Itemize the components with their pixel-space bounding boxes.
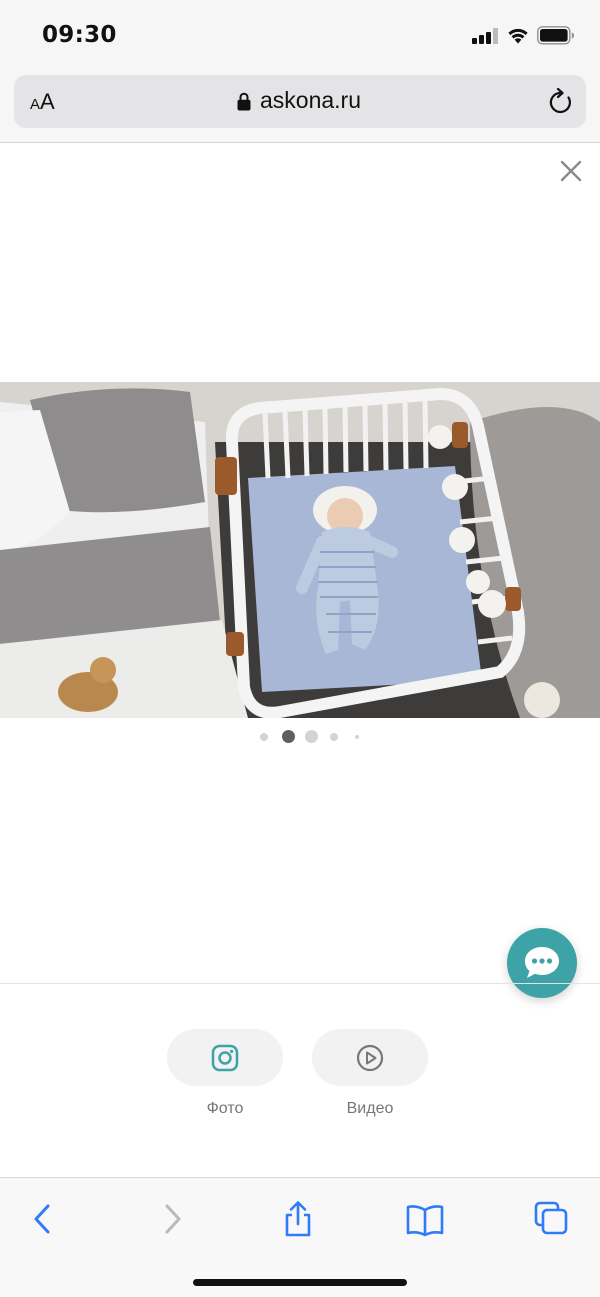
browser-address-area: AA askona.ru (0, 70, 600, 143)
share-icon[interactable] (278, 1200, 318, 1238)
pagination-dot[interactable] (260, 733, 268, 741)
chat-button[interactable] (507, 928, 577, 998)
status-time: 09:30 (42, 22, 117, 48)
crib-photo-illustration (0, 382, 600, 718)
text-size-button[interactable]: AA (30, 89, 55, 115)
reload-icon[interactable] (548, 88, 574, 116)
pagination-dot[interactable] (330, 733, 338, 741)
play-icon (356, 1044, 384, 1072)
pagination-dot-active[interactable] (282, 730, 295, 743)
close-icon[interactable] (558, 158, 584, 184)
photo-button[interactable] (167, 1029, 283, 1086)
bookmarks-icon[interactable] (405, 1200, 445, 1238)
forward-icon[interactable] (152, 1200, 192, 1238)
cellular-signal-icon (472, 28, 500, 44)
instagram-icon (211, 1044, 239, 1072)
video-button[interactable] (312, 1029, 428, 1086)
lock-icon (237, 92, 251, 111)
photo-label: Фото (206, 1100, 244, 1117)
pagination-dot[interactable] (355, 735, 359, 739)
address-bar[interactable]: AA askona.ru (14, 75, 586, 128)
status-bar: 09:30 (0, 0, 600, 70)
browser-toolbar (0, 1177, 600, 1297)
home-indicator (193, 1279, 407, 1286)
video-label: Видео (346, 1100, 394, 1117)
tabs-icon[interactable] (532, 1200, 572, 1238)
pagination-dot[interactable] (305, 730, 318, 743)
wifi-icon (508, 28, 528, 44)
gallery-pagination[interactable] (0, 729, 600, 745)
section-divider (0, 983, 600, 984)
back-icon[interactable] (23, 1200, 63, 1238)
chat-icon (525, 947, 559, 978)
battery-icon (537, 26, 574, 45)
url-text: askona.ru (260, 87, 362, 113)
gallery-image[interactable] (0, 382, 600, 718)
